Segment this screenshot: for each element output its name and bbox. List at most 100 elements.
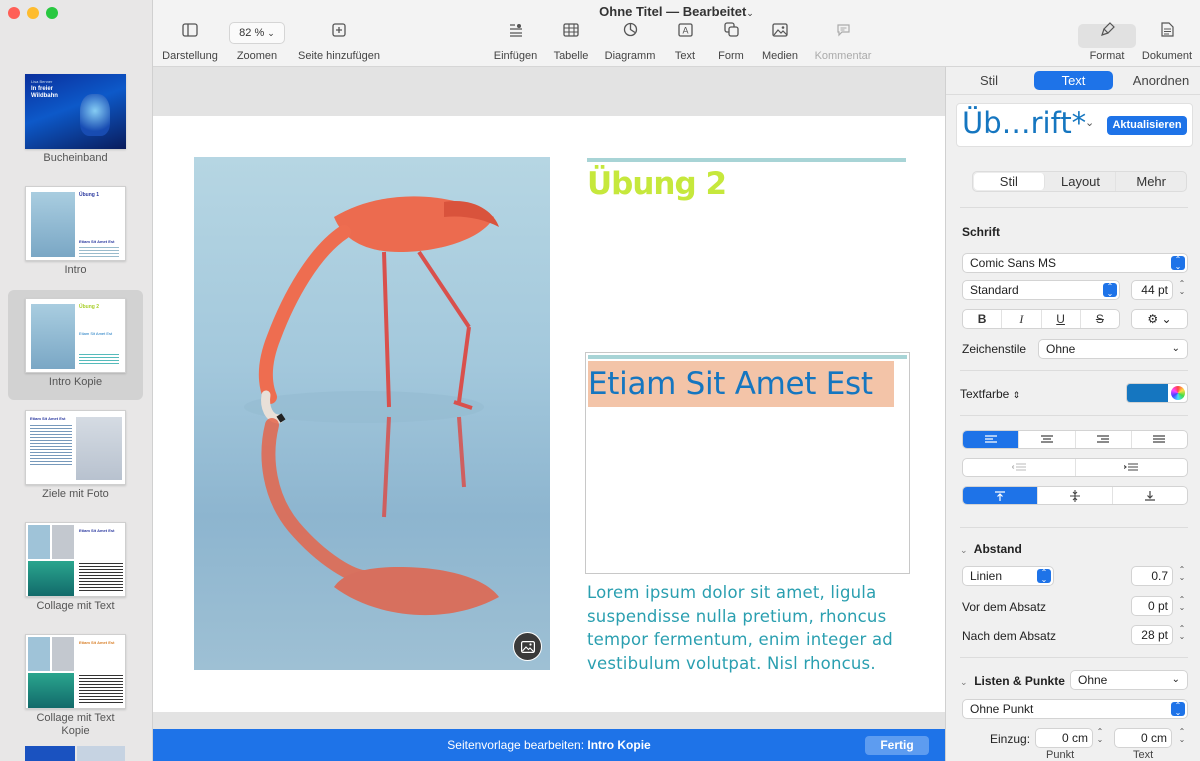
page-thumb-intro[interactable]: Übung 1 Etiam Sit Amet Est Intro bbox=[8, 178, 143, 288]
line-spacing-stepper[interactable]: ⌃ ⌄ bbox=[1177, 566, 1187, 582]
abstand-section-header[interactable]: ⌄ Abstand bbox=[960, 542, 1022, 556]
body-line: suspendisse nulla pretium, rhoncus bbox=[587, 606, 887, 626]
bullet-type-select[interactable]: Ohne Punkt ⌃ ⌄ bbox=[962, 699, 1188, 719]
document-status: Bearbeitet bbox=[682, 4, 747, 19]
zoom-window-button[interactable] bbox=[46, 7, 58, 19]
subtab-mehr[interactable]: Mehr bbox=[1116, 172, 1186, 191]
chevron-down-icon[interactable]: ⌄ bbox=[746, 8, 754, 18]
font-family-value: Comic Sans MS bbox=[970, 256, 1057, 270]
increase-indent-button[interactable] bbox=[1076, 459, 1188, 476]
darstellung-button[interactable]: Darstellung bbox=[160, 22, 220, 62]
font-family-select[interactable]: Comic Sans MS ⌃ ⌄ bbox=[962, 253, 1188, 273]
form-button[interactable]: Form bbox=[715, 22, 747, 62]
text-options-gear[interactable]: ⚙ ⌄ bbox=[1131, 309, 1188, 329]
vor-absatz-stepper[interactable]: ⌃ ⌄ bbox=[1177, 596, 1187, 612]
zoom-select[interactable]: 82 % ⌄ bbox=[229, 22, 285, 44]
replace-image-button[interactable] bbox=[513, 632, 542, 661]
flamingo-photo[interactable] bbox=[194, 157, 550, 670]
justify-button[interactable] bbox=[1132, 431, 1187, 448]
align-middle-button[interactable] bbox=[1038, 487, 1113, 504]
master-edit-bar: Seitenvorlage bearbeiten: Intro Kopie Fe… bbox=[153, 729, 945, 761]
strikethrough-button[interactable]: S bbox=[1081, 310, 1119, 328]
tab-anordnen[interactable]: Anordnen bbox=[1126, 72, 1196, 89]
text-indent-field[interactable]: 0 cm bbox=[1114, 728, 1172, 748]
einfuegen-button[interactable]: Einfügen bbox=[493, 22, 538, 62]
collage-kopie-thumbnail: Etiam Sit Amet Est bbox=[25, 634, 126, 709]
list-style-select[interactable]: Ohne ⌄ bbox=[1070, 670, 1188, 690]
collage-image-2 bbox=[52, 525, 74, 559]
align-center-button[interactable] bbox=[1019, 431, 1076, 448]
text-color-control[interactable] bbox=[1126, 383, 1188, 403]
thumb-heading: Etiam Sit Amet Est bbox=[30, 416, 66, 421]
page-thumb-bucheinband[interactable]: Lisa Benner In freier Wildbahn Bucheinba… bbox=[8, 66, 143, 176]
kommentar-button[interactable]: Kommentar bbox=[812, 22, 874, 62]
selected-text-box[interactable]: Etiam Sit Amet Est bbox=[585, 352, 910, 574]
zoom-control[interactable]: 82 % ⌄ Zoomen bbox=[229, 22, 285, 62]
text-button[interactable]: A Text bbox=[670, 22, 700, 62]
tab-stil[interactable]: Stil bbox=[964, 72, 1014, 89]
medien-button[interactable]: Medien bbox=[759, 22, 801, 62]
underline-button[interactable]: U bbox=[1042, 310, 1081, 328]
aktualisieren-button[interactable]: Aktualisieren bbox=[1107, 116, 1187, 135]
schrift-section-title: Schrift bbox=[962, 225, 1001, 239]
selected-title-text[interactable]: Etiam Sit Amet Est bbox=[588, 361, 873, 407]
updown-chevron-icon: ⌃ ⌄ bbox=[1171, 256, 1185, 271]
font-size-stepper[interactable]: ⌃ ⌄ bbox=[1177, 280, 1187, 296]
nach-absatz-stepper[interactable]: ⌃ ⌄ bbox=[1177, 625, 1187, 641]
align-bottom-button[interactable] bbox=[1113, 487, 1187, 504]
text-subtabs: Stil Layout Mehr bbox=[972, 171, 1187, 192]
add-page-icon bbox=[296, 22, 382, 44]
punkt-indent-field[interactable]: 0 cm bbox=[1035, 728, 1093, 748]
decrease-indent-button[interactable] bbox=[963, 459, 1076, 476]
text-indent-stepper[interactable]: ⌃ ⌄ bbox=[1177, 728, 1187, 744]
text-color-swatch[interactable] bbox=[1127, 384, 1168, 402]
align-top-button[interactable] bbox=[963, 487, 1038, 504]
page-thumb-collage-mit-text[interactable]: Etiam Sit Amet Est Collage mit Text bbox=[8, 514, 143, 624]
align-right-button[interactable] bbox=[1076, 431, 1132, 448]
vertical-alignment-buttons bbox=[962, 486, 1188, 505]
body-line: vestibulum volutpat. Nisl rhoncus. bbox=[587, 653, 876, 673]
line-spacing-mode-value: Linien bbox=[970, 569, 1003, 583]
nach-absatz-field[interactable]: 28 pt bbox=[1131, 625, 1173, 645]
zeichenstile-select[interactable]: Ohne ⌄ bbox=[1038, 339, 1188, 359]
comment-icon bbox=[812, 22, 874, 44]
page-heading[interactable]: Übung 2 bbox=[587, 166, 727, 202]
seite-hinzufuegen-button[interactable]: Seite hinzufügen bbox=[296, 22, 382, 62]
paragraph-style-box[interactable]: Üb…rift* ⌄ Aktualisieren bbox=[956, 103, 1193, 147]
italic-button[interactable]: I bbox=[1002, 310, 1042, 328]
dokument-button[interactable]: Dokument bbox=[1138, 22, 1196, 62]
format-button[interactable]: Format bbox=[1078, 22, 1136, 62]
ziele-thumbnail: Etiam Sit Amet Est bbox=[25, 410, 126, 485]
body-line: Lorem ipsum dolor sit amet, ligula bbox=[587, 583, 877, 602]
textfarbe-label-wrap[interactable]: Textfarbe ⇕ bbox=[960, 387, 1020, 401]
align-left-button[interactable] bbox=[963, 431, 1020, 448]
body-text[interactable]: Lorem ipsum dolor sit amet, ligula suspe… bbox=[587, 581, 917, 675]
chevron-down-icon[interactable]: ⌄ bbox=[1085, 116, 1094, 129]
tab-text[interactable]: Text bbox=[1034, 71, 1113, 90]
next-page-thumb-partial[interactable] bbox=[25, 746, 75, 761]
minimize-window-button[interactable] bbox=[27, 7, 39, 19]
page-thumb-intro-kopie[interactable]: Übung 2 Etiam Sit Amet Est Intro Kopie bbox=[8, 290, 143, 400]
subtab-stil[interactable]: Stil bbox=[974, 173, 1045, 190]
zoomen-label: Zoomen bbox=[236, 50, 278, 62]
next-page-thumb-partial-2[interactable] bbox=[77, 746, 125, 761]
page-thumb-collage-mit-text-kopie[interactable]: Etiam Sit Amet Est Collage mit Text Kopi… bbox=[8, 626, 143, 737]
line-spacing-mode-select[interactable]: Linien ⌃ ⌄ bbox=[962, 566, 1054, 586]
color-wheel-icon[interactable] bbox=[1171, 386, 1185, 400]
subtab-layout[interactable]: Layout bbox=[1046, 172, 1117, 191]
listen-section-header[interactable]: ⌄ Listen & Punkte bbox=[960, 674, 1065, 688]
punkt-indent-stepper[interactable]: ⌃ ⌄ bbox=[1095, 728, 1105, 744]
collage-image-1 bbox=[28, 637, 50, 671]
typeface-select[interactable]: Standard ⌃ ⌄ bbox=[962, 280, 1120, 300]
vor-absatz-label: Vor dem Absatz bbox=[962, 600, 1047, 614]
cover-thumbnail: Lisa Benner In freier Wildbahn bbox=[25, 74, 126, 149]
vor-absatz-field[interactable]: 0 pt bbox=[1131, 596, 1173, 616]
tabelle-button[interactable]: Tabelle bbox=[551, 22, 591, 62]
bold-button[interactable]: B bbox=[963, 310, 1003, 328]
font-size-field[interactable]: 44 pt bbox=[1131, 280, 1173, 300]
diagramm-button[interactable]: Diagramm bbox=[603, 22, 657, 62]
fertig-button[interactable]: Fertig bbox=[865, 736, 929, 755]
close-window-button[interactable] bbox=[8, 7, 20, 19]
line-spacing-field[interactable]: 0.7 bbox=[1131, 566, 1173, 586]
page-thumb-ziele-mit-foto[interactable]: Etiam Sit Amet Est Ziele mit Foto bbox=[8, 402, 143, 512]
